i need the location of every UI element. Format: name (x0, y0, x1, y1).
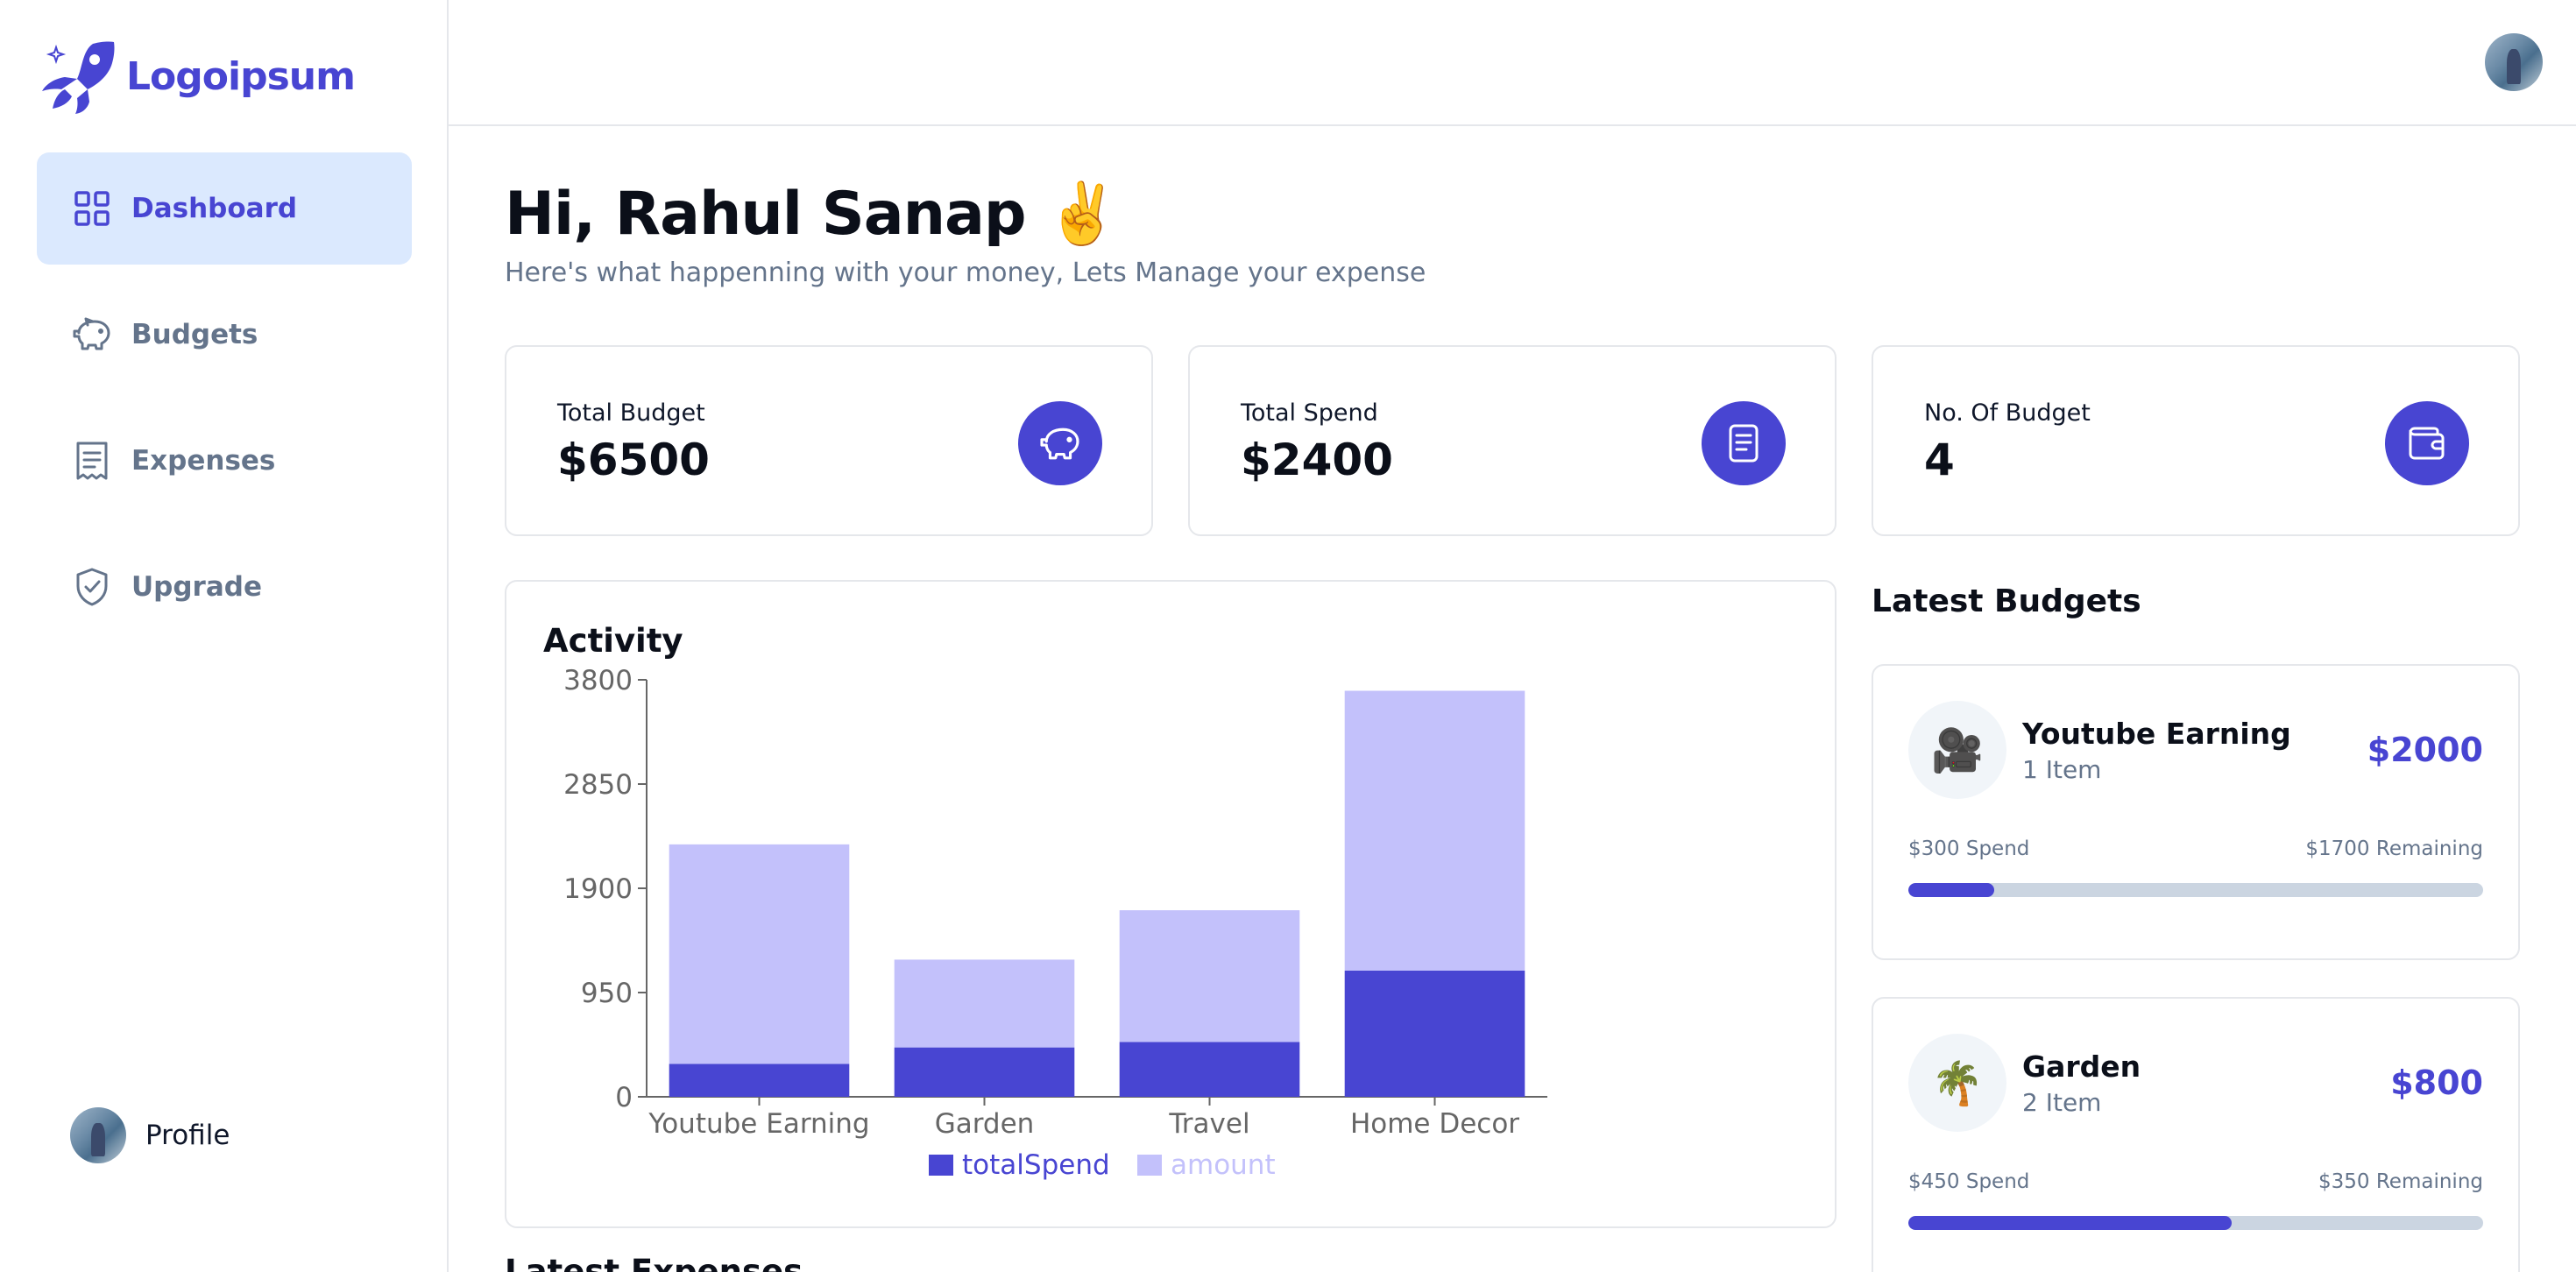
stat-card-budget-count: No. Of Budget 4 (1872, 345, 2520, 536)
page-title: Hi, Rahul Sanap ✌️ (505, 180, 1120, 249)
stat-card-total-budget: Total Budget $6500 (505, 345, 1153, 536)
y-tick-label: 950 (581, 978, 633, 1009)
sidebar-item-upgrade[interactable]: Upgrade (37, 531, 412, 643)
budget-amount: $800 (2390, 1064, 2483, 1102)
y-tick-label: 3800 (563, 665, 633, 696)
stat-label: No. Of Budget (1924, 399, 2091, 427)
rocket-logo-icon (42, 41, 115, 114)
brand-logo[interactable]: Logoipsum (39, 39, 356, 114)
legend-swatch (1137, 1155, 1162, 1176)
latest-expenses-title: Latest Expenses (505, 1253, 803, 1272)
brand-name: Logoipsum (126, 53, 356, 99)
sidebar: Logoipsum Dashboard Budgets Expenses Upg… (0, 0, 449, 1272)
shield-check-icon (72, 567, 112, 607)
stat-value: $2400 (1241, 435, 1393, 485)
budget-emoji: 🎥 (1908, 701, 2006, 799)
piggy-bank-icon (1018, 401, 1102, 485)
sidebar-item-label: Upgrade (131, 571, 262, 603)
legend-label: totalSpend (962, 1149, 1110, 1181)
x-tick-label: Youtube Earning (648, 1108, 869, 1140)
budget-item-count: 2 Item (2022, 1088, 2102, 1117)
budget-remaining: $350 Remaining (2318, 1170, 2483, 1193)
stat-label: Total Spend (1241, 399, 1378, 427)
x-tick-label: Garden (935, 1108, 1035, 1140)
y-tick-label: 1900 (563, 873, 633, 905)
avatar (70, 1107, 126, 1163)
legend-swatch (929, 1155, 953, 1176)
stat-label: Total Budget (557, 399, 705, 427)
budget-remaining: $1700 Remaining (2305, 837, 2483, 860)
budget-spend: $300 Spend (1908, 837, 2030, 860)
bar-amount (1344, 690, 1525, 971)
sidebar-item-label: Dashboard (131, 193, 298, 224)
page-subtitle: Here's what happenning with your money, … (505, 258, 1426, 288)
budget-name: Youtube Earning (2022, 717, 2291, 751)
bar-totalSpend (1344, 970, 1525, 1097)
budget-spend: $450 Spend (1908, 1170, 2030, 1193)
legend-label: amount (1171, 1149, 1276, 1181)
user-avatar[interactable] (2485, 33, 2543, 91)
sidebar-item-label: Budgets (131, 319, 258, 350)
stat-value: $6500 (557, 435, 710, 485)
budget-card-youtube-earning[interactable]: 🎥 Youtube Earning 1 Item $2000 $300 Spen… (1872, 664, 2520, 960)
sidebar-item-dashboard[interactable]: Dashboard (37, 152, 412, 265)
bar-amount (894, 959, 1075, 1048)
budget-progress-fill (1908, 883, 1995, 897)
budget-amount: $2000 (2367, 731, 2483, 769)
stat-value: 4 (1924, 435, 1955, 485)
sidebar-profile[interactable]: Profile (70, 1107, 230, 1163)
activity-card: Activity 0 950 1900 2850 3800 Youtube Earning… (505, 580, 1836, 1228)
receipt-icon (1702, 401, 1786, 485)
x-tick-label: Home Decor (1350, 1108, 1519, 1140)
y-tick-label: 0 (615, 1082, 633, 1113)
sidebar-item-budgets[interactable]: Budgets (37, 279, 412, 391)
bar-totalSpend (1119, 1042, 1300, 1097)
budget-progress-fill (1908, 1216, 2232, 1230)
top-header (449, 0, 2576, 126)
wallet-icon (2385, 401, 2469, 485)
profile-label: Profile (145, 1120, 230, 1151)
bar-amount (669, 844, 850, 1064)
budget-progress-bar (1908, 883, 2483, 897)
piggy-bank-icon (72, 314, 112, 355)
receipt-icon (72, 441, 112, 481)
x-tick-label: Travel (1168, 1108, 1249, 1140)
activity-bar-chart: 0 950 1900 2850 3800 Youtube Earning Garden Tra… (563, 665, 1547, 1181)
budget-progress-bar (1908, 1216, 2483, 1230)
budget-emoji: 🌴 (1908, 1034, 2006, 1132)
budget-name: Garden (2022, 1049, 2141, 1084)
budget-item-count: 1 Item (2022, 755, 2102, 784)
dashboard-grid-icon (72, 188, 112, 229)
sidebar-item-label: Expenses (131, 445, 276, 477)
y-tick-label: 2850 (563, 769, 633, 801)
stat-card-total-spend: Total Spend $2400 (1188, 345, 1836, 536)
latest-budgets-title: Latest Budgets (1872, 583, 2141, 619)
bar-amount (1119, 910, 1300, 1042)
budget-card-garden[interactable]: 🌴 Garden 2 Item $800 $450 Spend $350 Rem… (1872, 997, 2520, 1272)
bar-totalSpend (894, 1047, 1075, 1097)
sidebar-item-expenses[interactable]: Expenses (37, 405, 412, 517)
bar-totalSpend (669, 1064, 850, 1097)
